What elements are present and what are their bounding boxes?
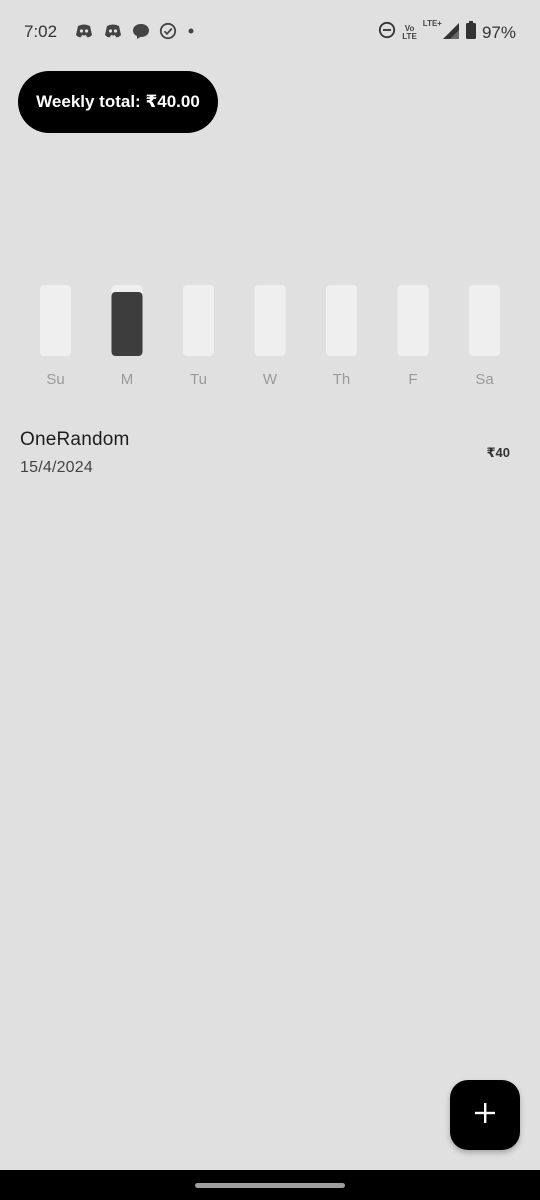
volte-bottom-label: LTE [402,31,417,41]
signal-icon [442,20,460,45]
status-right: Vo LTE LTE+ 97% [378,20,516,45]
expense-list-item[interactable]: OneRandom 15/4/2024 ₹40 [0,418,540,488]
bar-track-w [254,285,286,356]
bar-track-f [397,285,429,356]
day-label-sa: Sa [475,371,494,388]
do-not-disturb-icon [378,21,396,44]
bar-track-sa [469,285,500,356]
weekly-chart-svg: Su M Tu W Th F Sa [40,285,500,388]
network-lte: LTE+ [423,20,460,45]
day-label-su: Su [46,371,64,388]
day-label-m: M [121,371,134,388]
discord-icon [103,23,123,39]
battery-icon [465,21,476,44]
day-label-w: W [263,371,278,388]
status-time: 7:02 [24,22,58,41]
bar-track-su [40,285,71,356]
bar-m [111,292,143,356]
expense-amount: ₹40 [486,445,510,460]
navigation-bar [0,1170,540,1200]
volte-indicator: Vo LTE [402,24,417,41]
plus-icon [474,1102,496,1129]
dot-icon [186,26,196,36]
add-expense-button[interactable] [450,1080,520,1150]
day-label-tu: Tu [190,371,207,388]
day-label-th: Th [333,371,351,388]
lte-label: LTE+ [422,19,442,28]
bar-track-tu [183,285,214,356]
expense-date: 15/4/2024 [20,459,93,476]
discord-icon [74,23,94,39]
notification-icons [74,22,196,40]
weekly-total-label: Weekly total: ₹40.00 [36,92,200,111]
status-bar: 7:02 Vo LTE LTE+ 97% [0,0,540,64]
battery-percent: 97% [481,22,516,42]
weekly-bar-chart: Su M Tu W Th F Sa [0,280,540,390]
chat-bubble-icon [132,22,150,40]
weekly-total-pill[interactable]: Weekly total: ₹40.00 [18,71,218,133]
gesture-handle[interactable] [195,1183,345,1188]
check-circle-icon [159,22,177,40]
expense-name: OneRandom [20,429,130,450]
day-label-f: F [408,371,417,388]
bar-track-th [326,285,357,356]
app-screen: 7:02 Vo LTE LTE+ 97% Weekly total: ₹40.0… [0,0,540,1200]
